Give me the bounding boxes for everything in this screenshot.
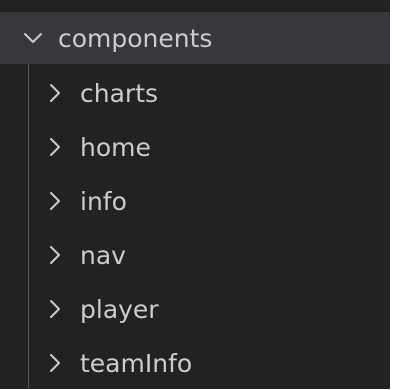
chevron-right-icon	[44, 82, 66, 104]
chevron-right-icon	[44, 244, 66, 266]
chevron-right-icon	[44, 352, 66, 374]
folder-label: home	[80, 132, 151, 162]
folder-children: charts home info nav player teamInfo	[0, 64, 390, 389]
folder-row-info[interactable]: info	[0, 174, 390, 228]
chevron-down-icon	[22, 27, 44, 49]
folder-row-home[interactable]: home	[0, 120, 390, 174]
folder-label: charts	[80, 78, 159, 108]
folder-label: components	[58, 23, 213, 53]
folder-row-charts[interactable]: charts	[0, 66, 390, 120]
folder-label: teamInfo	[80, 348, 193, 378]
file-explorer-panel: components charts home info nav player t…	[0, 0, 390, 389]
folder-row-teaminfo[interactable]: teamInfo	[0, 336, 390, 390]
folder-label: player	[80, 294, 159, 324]
folder-label: info	[80, 186, 127, 216]
chevron-right-icon	[44, 136, 66, 158]
chevron-right-icon	[44, 298, 66, 320]
folder-row-player[interactable]: player	[0, 282, 390, 336]
folder-row-components[interactable]: components	[0, 12, 390, 64]
folder-row-nav[interactable]: nav	[0, 228, 390, 282]
chevron-right-icon	[44, 190, 66, 212]
folder-label: nav	[80, 240, 126, 270]
